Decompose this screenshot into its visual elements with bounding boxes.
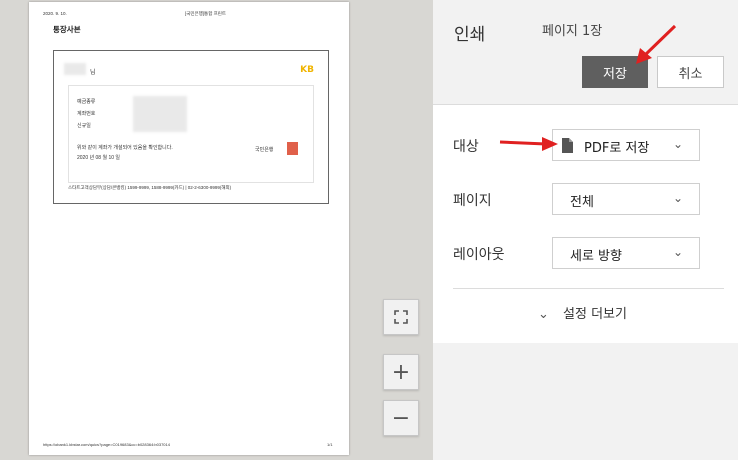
document-title: 통장사본: [53, 25, 81, 34]
name-suffix: 님: [90, 70, 96, 76]
redacted-account: [133, 96, 187, 132]
zoom-out-button[interactable]: −: [383, 400, 419, 436]
confirm-text: 위와 같이 계좌가 개설되어 있음을 확인합니다.: [77, 145, 173, 151]
destination-value: PDF로 저장: [584, 141, 650, 156]
minus-icon: −: [391, 405, 411, 431]
header-date: 2020. 9. 10.: [43, 11, 67, 16]
destination-select[interactable]: PDF로 저장 ⌄: [552, 129, 700, 161]
layout-select[interactable]: 세로 방향 ⌄: [552, 237, 700, 269]
annotation-arrow-save: [636, 24, 677, 64]
chevron-down-icon: ⌄: [672, 245, 683, 259]
plus-icon: +: [391, 359, 411, 385]
field-type: 예금종류: [77, 99, 96, 105]
field-opened: 신규일: [77, 123, 91, 129]
settings-panel: 대상 PDF로 저장 ⌄ 페이지 전체 ⌄ 레이아웃 세로 방향 ⌄ ⌄ 설정 …: [433, 105, 738, 343]
layout-label: 레이아웃: [453, 247, 505, 263]
pages-select[interactable]: 전체 ⌄: [552, 183, 700, 215]
pages-label: 페이지: [453, 193, 492, 209]
header-title: [국민은행]통합 프린트: [185, 11, 227, 16]
more-settings-label: 설정 더보기: [563, 307, 627, 322]
chevron-down-icon: ⌄: [672, 191, 683, 205]
issue-date: 2020 년 08 월 10 일: [77, 155, 120, 161]
print-title: 인쇄: [454, 25, 486, 45]
more-settings-toggle[interactable]: ⌄ 설정 더보기: [538, 303, 627, 322]
pages-value: 전체: [570, 195, 594, 210]
account-info-box: 예금종류 계좌번호 신규일 위와 같이 계좌가 개설되어 있음을 확인합니다. …: [68, 85, 314, 183]
bank-name: 국민은행: [255, 147, 274, 153]
bankbook-copy: 님 KB 예금종류 계좌번호 신규일 위와 같이 계좌가 개설되어 있음을 확인…: [53, 50, 329, 204]
divider: [453, 288, 724, 289]
chevron-down-icon: ⌄: [538, 307, 549, 322]
print-settings-sidebar: 인쇄 페이지 1장 저장 취소 대상 PDF로 저장 ⌄ 페이지 전체 ⌄ 레이…: [433, 0, 738, 460]
preview-page: 2020. 9. 10. [국민은행]통합 프린트 통장사본 님 KB 예금종류…: [29, 2, 349, 455]
footer-contact: 스타트고객상담부(상담/콘뱅킹) 1599-9999, 1588-9999(카드…: [68, 185, 232, 190]
chevron-down-icon: ⌄: [672, 137, 683, 151]
fit-to-page-button[interactable]: [383, 299, 419, 335]
destination-label: 대상: [453, 139, 479, 155]
document-icon: [562, 138, 573, 153]
field-account: 계좌번호: [77, 111, 96, 117]
page-count: 페이지 1장: [542, 24, 603, 39]
footer-page: 1/1: [327, 442, 333, 447]
bank-seal: [287, 142, 298, 155]
annotation-arrow-destination: [499, 137, 558, 151]
kb-logo: KB: [300, 65, 314, 75]
redacted-name: [64, 63, 86, 75]
fit-to-page-icon: [394, 310, 408, 324]
sidebar-header: 인쇄 페이지 1장 저장 취소: [433, 0, 738, 105]
footer-url: https://obank1.kbstar.com/quics?page=C01…: [43, 442, 170, 447]
zoom-in-button[interactable]: +: [383, 354, 419, 390]
sidebar-footer: [433, 343, 738, 460]
print-preview-area: 2020. 9. 10. [국민은행]통합 프린트 통장사본 님 KB 예금종류…: [0, 0, 433, 460]
layout-value: 세로 방향: [570, 249, 622, 264]
